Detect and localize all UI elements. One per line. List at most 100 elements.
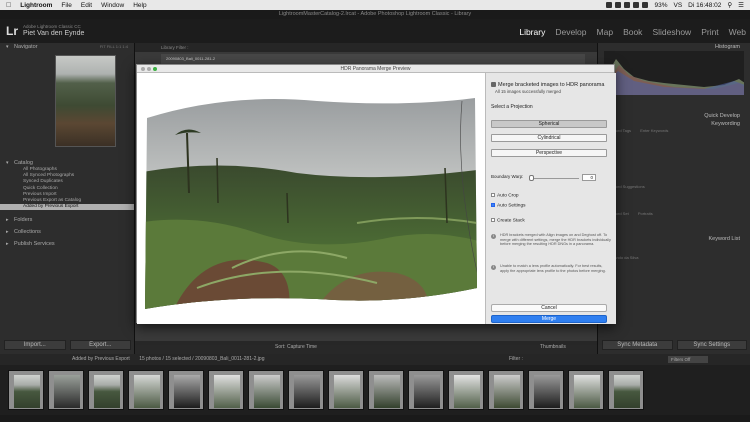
filmstrip-thumbnail[interactable]	[488, 370, 524, 410]
right-panel: Histogram Quick Develop Keywording Keywo…	[597, 43, 750, 354]
filters-off-select[interactable]: Filters Off	[668, 356, 708, 363]
keyword-set-select[interactable]: Portraits	[638, 211, 653, 216]
filmstrip-thumbnail[interactable]	[528, 370, 564, 410]
merge-status: Merge bracketed images to HDR panorama	[491, 82, 604, 88]
input-source[interactable]: VS	[673, 2, 682, 9]
wifi-icon[interactable]	[633, 2, 640, 8]
module-web[interactable]: Web	[729, 27, 746, 37]
clock[interactable]: Di 16:48:02	[688, 2, 721, 9]
creative-cloud-icon[interactable]	[615, 2, 622, 8]
module-picker: Library Develop Map Book Slideshow Print…	[519, 27, 746, 37]
module-print[interactable]: Print	[701, 27, 718, 37]
menu-edit[interactable]: Edit	[81, 2, 92, 9]
boundary-warp-handle[interactable]	[529, 175, 534, 181]
create-stack-box[interactable]	[491, 218, 495, 222]
bluetooth-icon[interactable]	[624, 2, 631, 8]
zoom-icon[interactable]	[153, 67, 157, 71]
filmstrip-thumbnail[interactable]	[48, 370, 84, 410]
projection-spherical-button[interactable]: Spherical	[491, 120, 607, 128]
filmstrip-thumbnail[interactable]	[408, 370, 444, 410]
sort-label: Sort:	[275, 344, 286, 350]
merge-button[interactable]: Merge	[491, 315, 607, 323]
window-title: LightroomMasterCatalog-2.lrcat - Adobe P…	[0, 10, 750, 19]
boundary-warp-value[interactable]: 0	[582, 174, 596, 181]
menu-file[interactable]: File	[61, 2, 71, 9]
filmstrip-thumbnail[interactable]	[88, 370, 124, 410]
filmstrip	[0, 365, 750, 415]
volume-icon[interactable]	[642, 2, 649, 8]
battery-percent[interactable]: 93%	[654, 2, 667, 9]
keyword-tags-input[interactable]: Enter Keywords	[640, 128, 668, 133]
bottom-panel-toggle[interactable]	[0, 415, 750, 422]
filmstrip-thumbnail[interactable]	[608, 370, 644, 410]
menu-list-icon[interactable]: ☰	[738, 1, 744, 9]
dropbox-icon[interactable]	[606, 2, 613, 8]
histogram-graph[interactable]	[604, 51, 744, 95]
keywording-header[interactable]: Keywording	[598, 120, 750, 128]
menu-app-name[interactable]: Lightroom	[20, 2, 52, 9]
auto-settings-checkbox[interactable]: Auto Settings	[491, 203, 526, 208]
publish-services-header[interactable]: Publish Services	[0, 238, 134, 250]
quick-develop-header[interactable]: Quick Develop	[598, 112, 750, 120]
projection-perspective-button[interactable]: Perspective	[491, 149, 607, 157]
filmstrip-thumbnail[interactable]	[288, 370, 324, 410]
filmstrip-thumbnail[interactable]	[568, 370, 604, 410]
lens-profile-note: i Unable to match a lens profile automat…	[491, 264, 611, 273]
filmstrip-thumbnail[interactable]	[208, 370, 244, 410]
hdr-panorama-dialog: HDR Panorama Merge Preview Merge bracket…	[136, 64, 616, 324]
create-stack-checkbox[interactable]: Create Stack	[491, 218, 525, 223]
keyword-entry[interactable]: Fernando da Silva	[606, 255, 742, 261]
import-button[interactable]: Import...	[4, 340, 66, 350]
module-slideshow[interactable]: Slideshow	[652, 27, 691, 37]
auto-crop-checkbox[interactable]: Auto Crop	[491, 193, 519, 198]
filmstrip-thumbnail[interactable]	[248, 370, 284, 410]
panorama-image	[137, 73, 485, 324]
histogram-curve	[604, 59, 744, 95]
hdr-info-note: i HDR brackets merged with Align images …	[491, 233, 611, 247]
filmstrip-thumbnail[interactable]	[368, 370, 404, 410]
lightroom-window:  Lightroom File Edit Window Help 93% VS…	[0, 0, 750, 422]
sync-settings-button[interactable]: Sync Settings	[676, 340, 747, 350]
apple-icon[interactable]: 	[6, 2, 11, 9]
collections-header[interactable]: Collections	[0, 226, 134, 238]
module-map[interactable]: Map	[597, 27, 614, 37]
menu-window[interactable]: Window	[101, 2, 124, 9]
status-icons	[606, 2, 649, 8]
search-icon[interactable]: ⚲	[727, 1, 732, 9]
auto-crop-box[interactable]	[491, 193, 495, 197]
filter-label: Filter :	[509, 356, 523, 362]
menu-help[interactable]: Help	[133, 2, 146, 9]
filmstrip-thumbnail[interactable]	[128, 370, 164, 410]
filmstrip-source[interactable]: Added by Previous Export	[72, 356, 130, 362]
navigator-header[interactable]: Navigator FIT FILL 1:1 1:4	[0, 43, 134, 51]
keyword-list-header[interactable]: Keyword List	[598, 235, 750, 243]
left-panel: Navigator FIT FILL 1:1 1:4 Catalog All P…	[0, 43, 135, 354]
folders-header[interactable]: Folders	[0, 214, 134, 226]
filmstrip-header: Added by Previous Export 15 photos / 15 …	[0, 354, 750, 365]
lr-logo-icon: Lr	[6, 24, 18, 38]
auto-settings-box[interactable]	[491, 203, 495, 207]
hdr-panorama-icon	[491, 82, 496, 88]
close-icon[interactable]	[141, 67, 145, 71]
library-filter-bar[interactable]: Library Filter :	[135, 43, 597, 52]
sync-metadata-button[interactable]: Sync Metadata	[602, 340, 673, 350]
cancel-button[interactable]: Cancel	[491, 304, 607, 312]
navigator-preview[interactable]	[55, 55, 116, 147]
histogram-header[interactable]: Histogram	[598, 43, 750, 51]
export-button[interactable]: Export...	[69, 340, 131, 350]
filmstrip-thumbnail[interactable]	[8, 370, 44, 410]
filmstrip-thumbnail[interactable]	[328, 370, 364, 410]
sort-value[interactable]: Capture Time	[287, 344, 317, 350]
grid-cell-filename[interactable]: 20090803_Bali_0011-281-2	[161, 54, 585, 64]
info-icon: i	[491, 265, 496, 270]
projection-cylindrical-button[interactable]: Cylindrical	[491, 134, 607, 142]
filmstrip-thumbnail[interactable]	[168, 370, 204, 410]
module-develop[interactable]: Develop	[555, 27, 586, 37]
minimize-icon[interactable]	[147, 67, 151, 71]
module-book[interactable]: Book	[623, 27, 642, 37]
filmstrip-thumbnail[interactable]	[448, 370, 484, 410]
catalog-header[interactable]: Catalog	[0, 159, 134, 167]
navigator-zoom-options[interactable]: FIT FILL 1:1 1:4	[100, 43, 128, 51]
boundary-warp-slider[interactable]	[531, 178, 579, 179]
module-library[interactable]: Library	[519, 27, 545, 37]
